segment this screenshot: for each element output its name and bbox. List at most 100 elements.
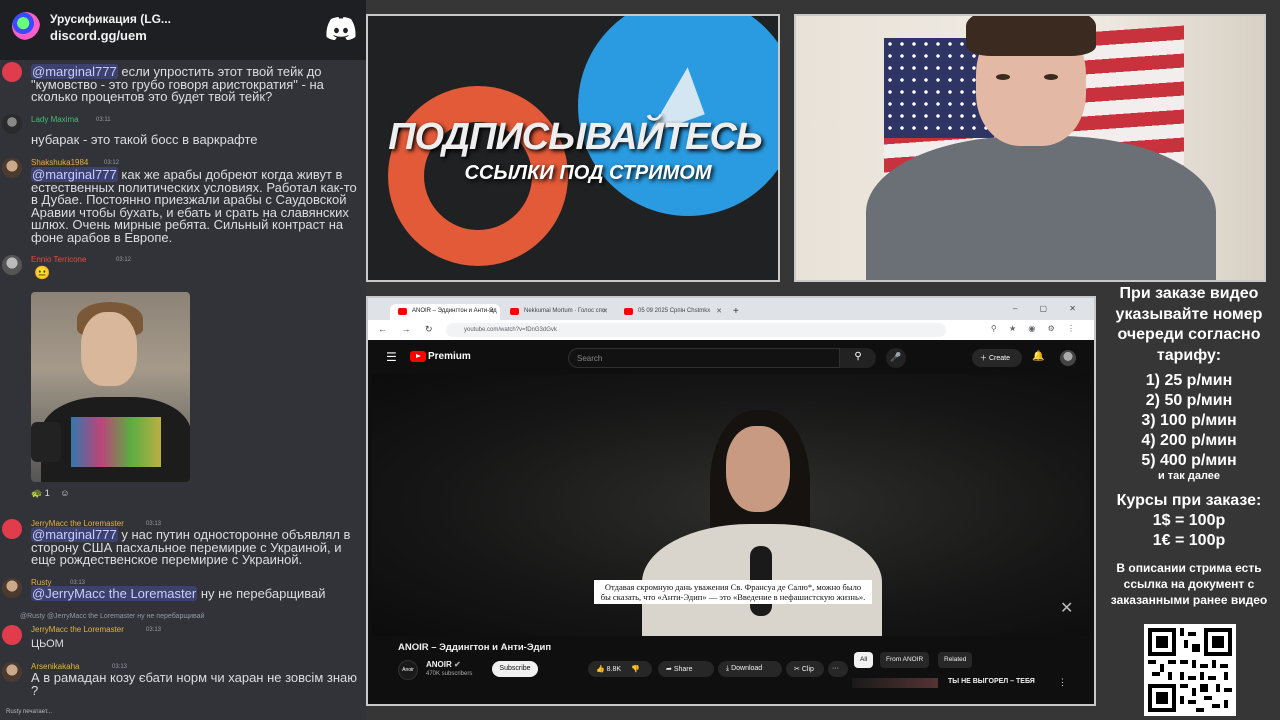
author-name[interactable]: Lady Maxima — [31, 115, 79, 124]
subscribe-button[interactable]: Subscribe — [492, 661, 538, 677]
description-note: В описании стрима есть ссылка на докумен… — [1110, 561, 1268, 607]
extension-icons[interactable]: ⚲ ★ ◉ ⚙ ⋮ — [991, 324, 1080, 333]
reply-preview[interactable]: @Rusty @JerryMacc the Loremaster ну не п… — [20, 613, 204, 620]
tier-item: 3) 100 р/мин — [1141, 412, 1237, 429]
stream-layout: Урусификация (LG... discord.gg/uem @marg… — [0, 0, 1280, 720]
message-time: 03:11 — [96, 117, 111, 123]
message-time: 03:12 — [116, 257, 132, 263]
rate-usd: 1$ = 100р — [1152, 512, 1226, 529]
message-text: нубарак - это такой босс в варкрафте — [31, 132, 258, 147]
address-bar: ← → ↻ youtube.com/watch?v=fDnG3dGvk ⚲ ★ … — [368, 320, 1094, 340]
share-button[interactable]: ➦ Share — [658, 661, 714, 677]
user-mention[interactable]: @JerryMacc the Loremaster — [31, 586, 198, 601]
discord-chat-panel: Урусификация (LG... discord.gg/uem @marg… — [0, 0, 366, 720]
download-button[interactable]: ⤓ Download — [718, 661, 782, 677]
message-time: 03:13 — [146, 627, 162, 633]
streamer-body — [866, 136, 1216, 280]
chip-from-channel[interactable]: From ANOIR — [880, 652, 930, 668]
download-icon: ⤓ — [726, 665, 730, 672]
tier-item: 2) 50 р/мин — [1145, 392, 1233, 409]
browser-tab[interactable]: Nekkumai Mortum · Голос спо ✕ — [502, 304, 614, 320]
promo-subline: ССЫЛКИ ПОД СТРИМОМ — [464, 162, 712, 184]
verified-badge-icon: ✔ — [454, 660, 461, 669]
message-text: @marginal777 у нас путин односторонне об… — [31, 527, 355, 567]
author-name[interactable]: Ennio Terricone — [31, 255, 86, 264]
like-count: 8.8K — [606, 666, 622, 673]
server-icon — [12, 12, 40, 40]
search-input[interactable]: Search — [568, 348, 840, 368]
server-invite-link[interactable]: discord.gg/uem — [50, 28, 147, 43]
new-tab-icon[interactable]: + — [733, 306, 739, 317]
microphone-icon[interactable]: 🎤 — [886, 348, 906, 368]
search-icon[interactable]: ⚲ — [840, 348, 876, 368]
browser-window: ANOIR – Эддингтон и Анти-Эд ✕ Nekkumai M… — [366, 296, 1096, 706]
message-text: @JerryMacc the Loremaster ну не перебарщ… — [31, 586, 326, 601]
chip-all[interactable]: All — [854, 652, 874, 668]
user-avatar — [2, 578, 22, 598]
author-name[interactable]: JerryMacc the Loremaster — [31, 625, 124, 634]
reaction-emoji-icon: 🐢 — [31, 488, 43, 498]
tier-item: 1) 25 р/мин — [1145, 372, 1233, 389]
webcam-feed — [794, 14, 1266, 282]
message-text: @marginal777 если упростить этот твой те… — [31, 64, 328, 104]
qr-code — [1144, 624, 1236, 716]
recommended-thumbnail[interactable] — [852, 678, 938, 688]
author-name[interactable]: Shakshuka1984 — [31, 158, 88, 167]
reaction-count: 1 — [44, 488, 50, 498]
youtube-favicon-icon — [624, 308, 633, 315]
tier-item: 5) 400 р/мин — [1141, 452, 1237, 469]
user-avatar — [2, 158, 22, 178]
like-dislike-button[interactable]: 👍 8.8K 👎 — [588, 661, 652, 677]
channel-avatar[interactable]: Anoir — [398, 660, 418, 680]
attached-image[interactable] — [31, 292, 190, 482]
user-avatar — [2, 519, 22, 539]
message-text: А в рамадан козу єбати норм чи харан не … — [31, 670, 361, 698]
order-pricing-panel: При заказе видео указывайте номер очеред… — [1098, 280, 1280, 720]
youtube-favicon-icon — [510, 308, 519, 315]
clip-button[interactable]: ✂ Clip — [786, 661, 824, 677]
subscriber-count: 470K subscribers — [426, 671, 473, 677]
close-tab-icon[interactable]: ✕ — [716, 307, 722, 315]
video-title: ANOIR – Эддингтон и Анти-Эдип — [398, 642, 552, 653]
channel-watermark-icon[interactable]: ✕ — [1060, 598, 1080, 618]
browser-tab[interactable]: ANOIR – Эддингтон и Анти-Эд ✕ — [390, 304, 500, 320]
rate-eur: 1€ = 100р — [1152, 532, 1226, 549]
account-avatar[interactable] — [1060, 350, 1076, 366]
subscribe-promo-banner: ПОДПИСЫВАЙТЕСЬ ССЫЛКИ ПОД СТРИМОМ — [366, 14, 780, 282]
user-avatar — [2, 662, 22, 682]
close-tab-icon[interactable]: ✕ — [602, 307, 608, 315]
recommended-title[interactable]: ТЫ НЕ ВЫГОРЕЛ – ТЕБЯ — [948, 678, 1035, 685]
video-info-bar: ANOIR – Эддингтон и Анти-Эдип Anoir ANOI… — [368, 636, 1094, 704]
message-text: ЦЬОМ — [31, 638, 64, 650]
user-avatar — [2, 255, 22, 275]
user-avatar — [2, 114, 22, 134]
rates-title: Курсы при заказе: — [1116, 492, 1262, 509]
tiers-etc: и так далее — [1157, 470, 1221, 482]
reaction-badge[interactable]: 🐢 1 ☺ — [31, 488, 69, 499]
browser-tab[interactable]: 05 09 2025 Српін Сhstmkx ✕ — [616, 304, 728, 320]
chat-header: Урусификация (LG... discord.gg/uem — [0, 0, 366, 60]
scissors-icon: ✂ — [794, 666, 800, 673]
thumbs-up-icon[interactable]: 👍 — [596, 666, 605, 673]
message-text: @marginal777 как же арабы добреют когда … — [31, 167, 361, 245]
youtube-logo-icon[interactable] — [410, 351, 426, 362]
more-vert-icon[interactable]: ⋮ — [1058, 677, 1067, 688]
notifications-bell-icon[interactable]: 🔔 — [1032, 351, 1044, 362]
close-tab-icon[interactable]: ✕ — [488, 307, 494, 315]
chip-related[interactable]: Related — [938, 652, 973, 668]
channel-name[interactable]: ANOIR ✔ — [426, 660, 461, 669]
add-reaction-icon[interactable]: ☺ — [60, 488, 69, 498]
tab-bar: ANOIR – Эддингтон и Анти-Эд ✕ Nekkumai M… — [368, 298, 1094, 320]
youtube-logo-text[interactable]: Premium — [428, 351, 471, 362]
url-field[interactable]: youtube.com/watch?v=fDnG3dGvk — [446, 323, 946, 337]
server-name: Урусификация (LG... — [50, 12, 171, 26]
window-controls[interactable]: – ▢ ✕ — [1013, 304, 1086, 313]
tier-item: 4) 200 р/мин — [1141, 432, 1237, 449]
create-button[interactable]: ＋ Create — [972, 349, 1022, 367]
nav-buttons[interactable]: ← → ↻ — [378, 324, 439, 335]
thumbs-down-icon[interactable]: 👎 — [631, 666, 640, 673]
menu-icon[interactable]: ☰ — [386, 350, 397, 364]
message-time: 03:12 — [104, 160, 120, 166]
more-actions-button[interactable]: ··· — [828, 661, 848, 677]
video-player[interactable]: Отдавая скромную дань уважения Св. Франс… — [372, 374, 1090, 636]
